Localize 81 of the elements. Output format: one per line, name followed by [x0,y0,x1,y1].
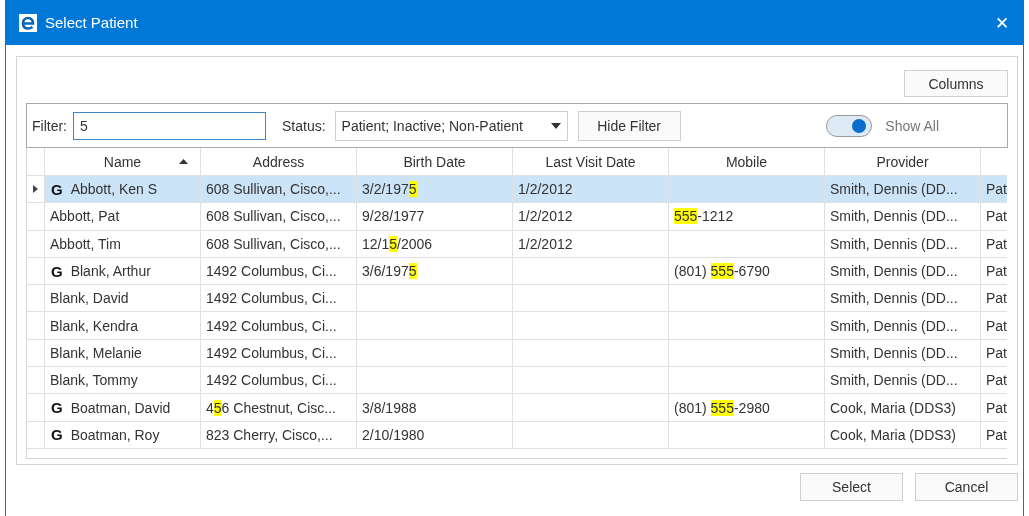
table-row[interactable]: Blank, Kendra 1492 Columbus, Ci... Smith, Dennis (DD... Pat [27,312,1007,340]
provider-cell-text: Smith, Dennis (DD... [830,180,958,200]
provider-cell-text: Cook, Maria (DDS3) [830,398,957,418]
table-cell-text: Pat [986,207,1007,227]
birth-date-cell-text: 2/10/1980 [362,425,425,445]
column-header[interactable]: Birth Date [357,148,513,175]
table-row[interactable]: Blank, Melanie 1492 Columbus, Ci... Smith, Dennis (DD... Pat [27,339,1007,368]
show-all-toggle[interactable] [826,114,873,137]
address-cell-text: 608 Sullivan, Cisco,... [206,207,341,227]
guarantor-mark: G [51,262,63,280]
provider-cell-text: Cook, Maria (DDS3) [830,425,957,445]
address-cell-text: 1492 Columbus, Ci... [206,289,337,309]
provider-cell-text: Smith, Dennis (DD... [830,262,958,282]
mobile-cell-text: 555-1212 [674,207,734,227]
birth-date-cell-text: 9/28/1977 [362,207,425,227]
table-cell-text: Pat [986,262,1007,282]
column-header[interactable]: Last Visit Date [513,148,669,175]
close-button[interactable]: ✕ [987,7,1017,38]
filter-field[interactable]: 5 [73,111,266,140]
cancel-button[interactable]: Cancel [915,473,1018,501]
last-visit-cell-text: 1/2/2012 [518,207,573,227]
status-label: Status: [282,117,326,134]
table-cell-text: Pat [986,371,1007,391]
name-cell-text: Boatman, David [70,398,171,418]
sort-ascending-icon [179,159,188,164]
table-row[interactable]: Abbott, Pat 608 Sullivan, Cisco,... 9/28/1977 1/2/2012 555-1212 Smith, Dennis (DD... Pat [27,203,1007,231]
table-cell-text: Pat [986,398,1007,418]
address-cell-text: 1492 Columbus, Ci... [206,316,337,336]
birth-date-cell-text: 3/6/1975 [362,262,417,282]
name-cell-text: Abbott, Tim [50,234,121,254]
table-row[interactable]: Blank, David 1492 Columbus, Ci... Smith, Dennis (DD... Pat [27,285,1007,313]
table-row[interactable]: Blank, Tommy 1492 Columbus, Ci... Smith, Dennis (DD... Pat [27,367,1007,395]
name-cell-text: Blank, Kendra [50,316,138,336]
provider-cell-text: Smith, Dennis (DD... [830,289,958,309]
name-cell-text: Boatman, Roy [70,425,160,445]
app-logo-icon [19,13,37,32]
window-title: Select Patient [45,14,138,31]
guarantor-mark: G [51,180,63,198]
address-cell-text: 608 Sullivan, Cisco,... [206,234,341,254]
status-dropdown[interactable]: Patient; Inactive; Non-Patient [334,110,568,141]
table-cell-text: Pat [986,180,1007,200]
last-visit-cell-text: 1/2/2012 [518,180,573,200]
address-cell-text: 1492 Columbus, Ci... [206,343,337,363]
filter-label: Filter: [32,117,67,134]
table-cell-text: Pat [986,425,1007,445]
hide-filter-button[interactable]: Hide Filter [577,110,681,141]
address-cell-text: 1492 Columbus, Ci... [206,371,337,391]
table-cell-text: Pat [986,316,1007,336]
last-visit-cell-text: 1/2/2012 [518,234,573,254]
table-cell-text: Pat [986,289,1007,309]
address-cell-text: 1492 Columbus, Ci... [206,262,337,282]
name-cell-text: Abbott, Ken S [70,180,158,200]
name-cell-text: Blank, Tommy [50,371,138,391]
provider-cell-text: Smith, Dennis (DD... [830,343,958,363]
guarantor-mark: G [51,399,63,416]
provider-cell-text: Smith, Dennis (DD... [830,207,958,227]
table-row[interactable]: G Abbott, Ken S 608 Sullivan, Cisco,... 3/2/1975 1/2/2012 Smith, Dennis (DD... Pat [27,176,1007,204]
show-all-label: Show All [885,117,939,134]
guarantor-mark: G [51,426,63,444]
column-header[interactable]: Address [201,148,357,175]
name-cell-text: Blank, David [50,289,129,309]
birth-date-cell-text: 3/8/1988 [362,398,417,418]
provider-cell-text: Smith, Dennis (DD... [830,234,958,254]
name-cell-text: Blank, Arthur [70,262,151,282]
name-cell-text: Abbott, Pat [50,207,120,227]
columns-button[interactable]: Columns [904,70,1008,97]
table-row[interactable]: G Boatman, Roy 823 Cherry, Cisco,... 2/10/1980 Cook, Maria (DDS3) Pat [27,421,1007,449]
address-cell-text: 608 Sullivan, Cisco,... [206,180,341,200]
provider-cell-text: Smith, Dennis (DD... [830,371,958,391]
column-header[interactable]: Mobile [669,148,825,175]
table-cell-text: Pat [986,343,1007,363]
table-cell-text: Pat [986,234,1007,254]
provider-cell-text: Smith, Dennis (DD... [830,316,958,336]
current-row-icon [33,185,38,194]
name-cell-text: Blank, Melanie [50,343,142,363]
dropdown-caret-icon [550,122,561,129]
column-header[interactable]: Provider [825,148,981,175]
address-cell-text: 823 Cherry, Cisco,... [206,425,333,445]
column-header[interactable]: Name [45,148,201,175]
select-button[interactable]: Select [800,473,903,501]
birth-date-cell-text: 3/2/1975 [362,180,417,200]
